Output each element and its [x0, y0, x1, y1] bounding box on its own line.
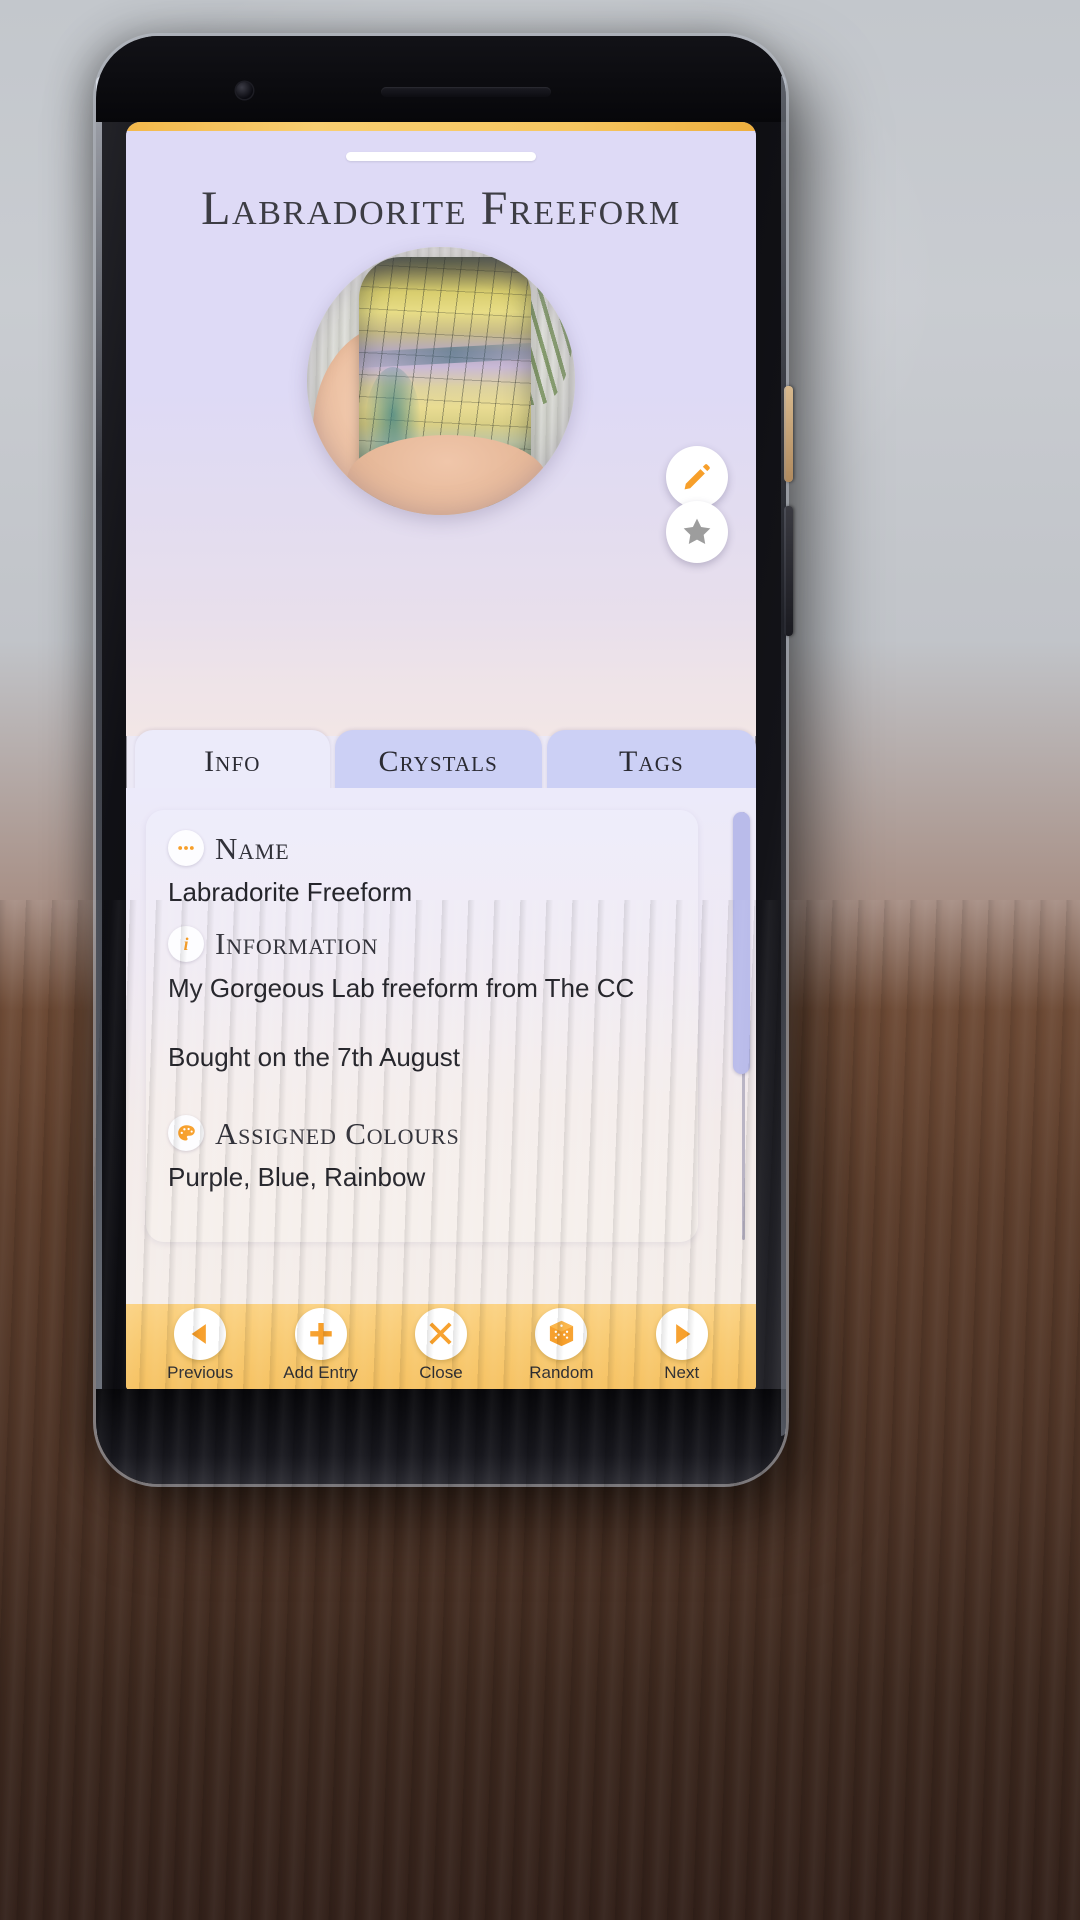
field-name-header: Name	[168, 830, 676, 866]
next-button[interactable]	[655, 1307, 708, 1360]
field-label-information: Information	[215, 926, 379, 962]
earpiece-speaker	[381, 87, 551, 97]
page-title: Labradorite Freeform	[201, 182, 681, 235]
nav-next[interactable]: Next	[627, 1307, 737, 1383]
tab-content-panel: Name Labradorite Freeform i Information …	[126, 788, 756, 1304]
plus-icon	[309, 1322, 332, 1344]
nav-label-previous: Previous	[167, 1362, 234, 1382]
favourite-button[interactable]	[666, 501, 728, 563]
field-colours-header: Assigned Colours	[168, 1115, 676, 1152]
front-camera-icon	[236, 82, 253, 99]
close-button[interactable]	[414, 1307, 467, 1360]
tab-info[interactable]: Info	[135, 730, 330, 794]
bottom-navigation-bar: Previous Add Entry Close Random Next	[126, 1304, 756, 1390]
svg-text:i: i	[184, 934, 189, 954]
sheet-grab-handle[interactable]	[346, 152, 536, 161]
scrollbar-thumb[interactable]	[733, 812, 750, 1074]
play-right-icon	[675, 1323, 691, 1344]
nav-label-close: Close	[419, 1362, 463, 1382]
add-entry-button[interactable]	[294, 1307, 347, 1360]
edit-button[interactable]	[666, 446, 728, 508]
nav-close[interactable]: Close	[386, 1307, 496, 1383]
nav-add-entry[interactable]: Add Entry	[266, 1307, 376, 1383]
info-card: Name Labradorite Freeform i Information …	[146, 810, 698, 1242]
app-window-top-rim	[126, 122, 756, 131]
phone-screen: Labradorite Freeform Info Crystals Tags …	[126, 122, 756, 1390]
tab-bar: Info Crystals Tags	[126, 724, 756, 794]
photo-vignette	[307, 247, 575, 515]
phone-top-bezel	[96, 36, 786, 122]
nav-label-random: Random	[529, 1362, 594, 1382]
phone-device: Labradorite Freeform Info Crystals Tags …	[96, 36, 793, 1484]
play-left-icon	[191, 1323, 207, 1344]
field-value-information: My Gorgeous Lab freeform from The CC	[168, 972, 635, 1003]
field-value-colours: Purple, Blue, Rainbow	[168, 1162, 426, 1193]
field-label-colours: Assigned Colours	[215, 1115, 460, 1151]
hero-section: Labradorite Freeform	[126, 131, 756, 736]
field-value-name: Labradorite Freeform	[168, 877, 413, 907]
desk-scene-backdrop: Labradorite Freeform Info Crystals Tags …	[0, 0, 1080, 1920]
information-paragraph-gap	[168, 1007, 676, 1031]
nav-label-next: Next	[664, 1362, 700, 1382]
nav-previous[interactable]: Previous	[145, 1307, 255, 1383]
info-icon: i	[168, 925, 204, 962]
field-information-header: i Information	[168, 925, 676, 962]
previous-button[interactable]	[174, 1307, 227, 1360]
pencil-icon	[684, 464, 710, 490]
nav-label-add-entry: Add Entry	[283, 1362, 358, 1382]
volume-button[interactable]	[784, 506, 793, 636]
crystal-photo[interactable]	[307, 247, 575, 515]
field-value-information-2: Bought on the 7th August	[168, 1042, 461, 1073]
star-icon	[683, 518, 711, 545]
dots-icon	[168, 830, 204, 866]
cross-icon	[429, 1322, 452, 1345]
tab-tags[interactable]: Tags	[546, 730, 756, 794]
tab-crystals[interactable]: Crystals	[334, 730, 542, 794]
palette-icon	[168, 1115, 204, 1152]
dice-icon	[549, 1320, 573, 1347]
nav-random[interactable]: Random	[506, 1307, 616, 1383]
power-button[interactable]	[784, 386, 793, 482]
random-button[interactable]	[535, 1307, 588, 1360]
field-label-name: Name	[215, 830, 290, 866]
phone-bottom-bezel	[96, 1389, 786, 1484]
